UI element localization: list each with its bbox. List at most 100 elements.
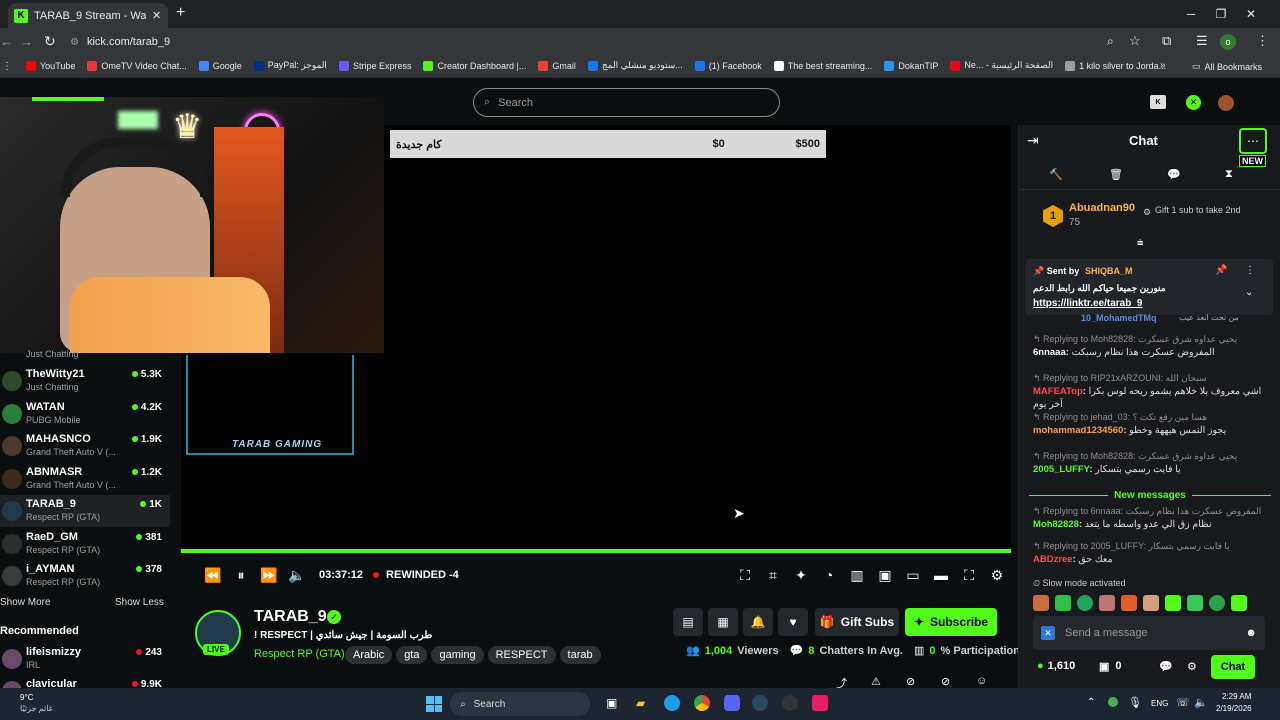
sidebar-channel[interactable]: MAHASNCO Grand Theft Auto V (... 1.9K [0, 430, 170, 462]
volume-tray-icon[interactable]: 🔈 [1194, 696, 1208, 709]
bookmark-item[interactable]: Google [198, 60, 242, 71]
chat-bubble-icon[interactable]: 💬 [1159, 660, 1173, 673]
network-icon[interactable]: ☏ [1176, 696, 1190, 709]
stream-tag[interactable]: gaming [431, 646, 484, 664]
tray-app-icon[interactable] [1108, 697, 1118, 707]
chat-more-icon[interactable]: ⋯ [1239, 128, 1267, 154]
bookmark-item[interactable]: PayPal: الموجز [253, 60, 327, 71]
chat-message[interactable]: ↰ Replying to 2005_LUFFY: يا فايت رسمي ب… [1033, 540, 1271, 566]
emote-icon[interactable] [1209, 595, 1225, 611]
theater-icon[interactable]: ▬ [927, 567, 955, 583]
reply-reference[interactable]: ↰ Replying to RIP21xARZOUNI: سبحان الله [1033, 372, 1271, 385]
show-less-button[interactable]: Show Less [115, 597, 164, 608]
cast-icon[interactable]: ▭ [899, 567, 927, 584]
stream-category[interactable]: Respect RP (GTA) [254, 648, 345, 660]
site-info-icon[interactable]: ⚙ [70, 37, 79, 48]
calendar-icon[interactable]: ▦ [708, 608, 738, 636]
sidebar-channel[interactable]: WATAN PUBG Mobile 4.2K [0, 398, 170, 430]
obs-icon[interactable] [782, 695, 798, 711]
language-indicator[interactable]: ENG [1151, 699, 1168, 708]
stream-tag[interactable]: RESPECT [487, 646, 556, 664]
bookmark-item[interactable]: Gmail [538, 60, 576, 71]
emote-icon[interactable] [1099, 595, 1115, 611]
address-bar[interactable]: ⚙ kick.com/tarab_9 [70, 32, 1100, 52]
app-icon[interactable] [812, 695, 828, 711]
reply-reference[interactable]: ↰ Replying to 6nnaaa: المفروض عسكرت هذا … [1033, 505, 1271, 518]
pinned-user[interactable]: SHIQBA_M [1085, 266, 1133, 276]
sidebar-channel[interactable]: TARAB_9 Respect RP (GTA) 1K [0, 495, 170, 527]
windows-start-icon[interactable] [426, 696, 442, 712]
stream-tag[interactable]: Arabic [345, 646, 393, 664]
taskbar-search[interactable]: ⌕ Search [450, 692, 590, 716]
window-close-icon[interactable]: ✕ [1236, 4, 1266, 24]
search-input[interactable]: ⌕ Search [473, 88, 780, 117]
clip-list-icon[interactable]: ▤ [673, 608, 703, 636]
kick-rewards-icon[interactable]: ✕ [1186, 95, 1201, 110]
bookmark-item[interactable]: ستوديو منشلي المج... [587, 60, 683, 71]
fast-forward-icon[interactable]: ⏩ [255, 567, 283, 584]
reply-reference[interactable]: ↰ Replying to 2005_LUFFY: يا فايت رسمي ب… [1033, 540, 1271, 553]
emote-icon[interactable] [1187, 595, 1203, 611]
channel-name[interactable]: TARAB_9 [254, 608, 327, 626]
bookmark-item[interactable]: The best streaming... [773, 60, 872, 71]
chat-input[interactable]: ✕ Send a message ☻ [1033, 616, 1265, 650]
bookmark-item[interactable]: Stripe Express [338, 60, 411, 71]
collapse-pinned-icon[interactable]: ⌄ [1245, 287, 1253, 298]
stream-tag[interactable]: gta [396, 646, 428, 664]
volume-icon[interactable]: 🔈 [283, 567, 311, 584]
rewind-icon[interactable]: ⏪ [199, 567, 227, 584]
reply-reference[interactable]: ↰ Replying to Moh82828: يحيي عداوه شرق ع… [1033, 333, 1271, 346]
emote-icon[interactable] [1165, 595, 1181, 611]
partial-top-user[interactable]: 10_MohamedTMq [1081, 313, 1157, 323]
pin-icon[interactable]: 📌 [1215, 265, 1227, 276]
sidebar-channel[interactable]: TheWitty21 Just Chatting 5.3K [0, 365, 170, 397]
back-icon[interactable]: ← [0, 34, 13, 49]
chat-message[interactable]: ↰ Replying to 6nnaaa: المفروض عسكرت هذا … [1033, 505, 1271, 531]
chat-username[interactable]: 2005_LUFFY [1033, 464, 1089, 475]
chat-username[interactable]: ABDzree [1033, 554, 1073, 565]
clip-icon[interactable]: ⛶ [731, 567, 759, 584]
emoji-icon[interactable]: ☻ [1245, 627, 1257, 639]
kick-logo-icon[interactable]: K [1150, 95, 1166, 109]
recommended-channel[interactable]: lifeismizzy IRL 243 [0, 643, 170, 675]
discord-icon[interactable] [724, 695, 740, 711]
chat-message[interactable]: ↰ Replying to jehad_03: هسا مين رفع تكت … [1033, 411, 1271, 437]
user-avatar[interactable] [1218, 95, 1234, 111]
emote-icon[interactable] [1077, 595, 1093, 611]
chat-username[interactable]: MAFEATop [1033, 386, 1083, 397]
crop-icon[interactable]: ⌗ [759, 567, 787, 584]
bookmarks-overflow-icon[interactable]: » [1160, 60, 1166, 71]
chat-message[interactable]: ↰ Replying to Moh82828: يحيي عداوه شرق ع… [1033, 450, 1271, 476]
weather-temp[interactable]: 9°C [20, 693, 33, 702]
video-progress-bar[interactable] [181, 549, 1011, 553]
report-icon[interactable]: ⚠ [871, 675, 881, 688]
stream-tag[interactable]: tarab [559, 646, 601, 664]
sparkle-icon[interactable]: ✦ [787, 567, 815, 584]
extensions-icon[interactable]: ⧉ [1162, 33, 1171, 49]
browser-menu-icon[interactable]: ⋮ [1256, 33, 1269, 49]
settings-icon[interactable]: ⚙ [983, 567, 1011, 584]
chat-message[interactable]: ↰ Replying to RIP21xARZOUNI: سبحان الله M… [1033, 372, 1271, 411]
bell-icon[interactable]: 🔔 [743, 608, 773, 636]
trash-icon[interactable]: 🗑 [1109, 168, 1123, 181]
browser-tab[interactable]: K TARAB_9 Stream - Watch Live o ✕ [8, 3, 168, 28]
chat-send-button[interactable]: Chat [1211, 655, 1255, 679]
show-more-button[interactable]: Show More [0, 597, 51, 608]
fullscreen-icon[interactable]: ⛶ [955, 567, 983, 584]
file-explorer-icon[interactable]: ▰ [636, 696, 645, 710]
zoom-icon[interactable]: ⌕ [1107, 34, 1114, 49]
media-icon[interactable]: ☰ [1196, 33, 1208, 49]
emote-icon[interactable] [1033, 595, 1049, 611]
chat-username[interactable]: 6nnaaa [1033, 347, 1066, 358]
chat-bubble-icon[interactable]: 💬 [1167, 168, 1181, 181]
stats-icon[interactable]: ▥ [843, 567, 871, 584]
redeem-count[interactable]: ▣ 0 [1099, 660, 1122, 673]
emote-icon[interactable] [1121, 595, 1137, 611]
pip-icon[interactable]: ▣ [871, 567, 899, 584]
bookmark-item[interactable]: 1 kilo silver to Jorda... [1065, 60, 1166, 71]
collapse-chat-icon[interactable]: ⇥ [1027, 132, 1039, 149]
gift-subs-button[interactable]: 🎁 Gift Subs [815, 608, 899, 636]
clock-time[interactable]: 2:29 AM [1222, 692, 1251, 701]
reply-reference[interactable]: ↰ Replying to jehad_03: هسا مين رفع تكت … [1033, 411, 1271, 424]
profile-avatar[interactable]: o [1220, 34, 1236, 50]
